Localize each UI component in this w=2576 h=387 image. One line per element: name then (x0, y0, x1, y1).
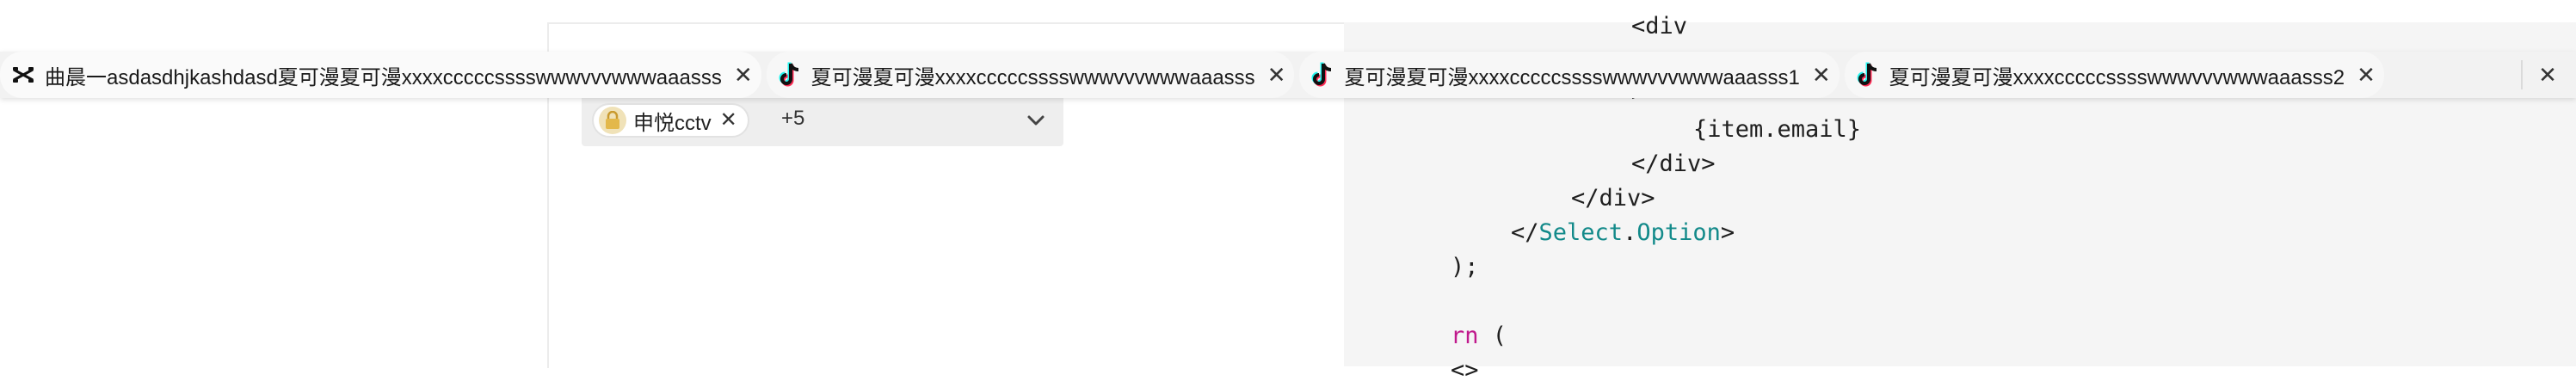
tab-label: 曲晨一asdasdhjkashdasd夏可漫夏可漫xxxxcccccssssww… (45, 65, 722, 89)
tab-close-icon[interactable]: ✕ (2357, 64, 2376, 86)
tab-close-icon[interactable]: ✕ (734, 64, 753, 86)
tag-label: 申悦cctv (633, 111, 712, 135)
tiktok-icon (1853, 60, 1883, 89)
code-token: > (1720, 219, 1735, 246)
selected-tag[interactable]: 申悦cctv ✕ (592, 103, 749, 138)
more-count: +5 (781, 107, 805, 130)
tab-item[interactable]: 夏可漫夏可漫xxxxcccccsssswwwvvvwwwaaasss2 ✕ (1844, 52, 2384, 98)
multi-select[interactable]: 申悦cctv ✕ +5 (582, 95, 1063, 146)
code-token: Option (1636, 219, 1721, 246)
tiktok-icon (1308, 60, 1337, 89)
code-line: </div> (1631, 150, 1716, 177)
lock-icon (606, 111, 619, 129)
code-token: Select (1538, 219, 1624, 246)
code-line: ); (1451, 254, 1479, 280)
code-token: rn (1451, 322, 1479, 349)
code-token: ( (1492, 322, 1507, 349)
tab-bar: 曲晨一asdasdhjkashdasd夏可漫夏可漫xxxxcccccssssww… (0, 52, 2576, 98)
code-line: </Select.Option> (1511, 217, 1735, 249)
tab-item[interactable]: 曲晨一asdasdhjkashdasd夏可漫夏可漫xxxxcccccssssww… (0, 52, 761, 98)
capcut-icon (9, 60, 38, 89)
tab-label: 夏可漫夏可漫xxxxcccccsssswwwvvvwwwaaasss2 (1889, 65, 2345, 89)
code-token: </ (1511, 219, 1539, 246)
tab-label: 夏可漫夏可漫xxxxcccccsssswwwvvvwwwaaasss (810, 65, 1255, 89)
chevron-down-icon[interactable] (1024, 108, 1048, 132)
tab-item[interactable]: 夏可漫夏可漫xxxxcccccsssswwwvvvwwwaaasss ✕ (766, 52, 1295, 98)
divider (2521, 60, 2523, 89)
code-line: </div> (1571, 185, 1655, 212)
tab-close-icon[interactable]: ✕ (1267, 64, 1286, 86)
tab-item[interactable]: 夏可漫夏可漫xxxxcccccsssswwwvvvwwwaaasss1 ✕ (1299, 52, 1840, 98)
code-line: rn ( (1451, 320, 1507, 353)
avatar (599, 107, 626, 134)
close-all-icon[interactable]: ✕ (2528, 52, 2567, 98)
tiktok-icon (775, 60, 804, 89)
code-line: {item.email} (1693, 116, 1862, 143)
code-token: . (1623, 219, 1637, 246)
code-line: <div (1631, 13, 1688, 40)
tab-close-icon[interactable]: ✕ (1812, 64, 1831, 86)
tag-close-icon[interactable]: ✕ (720, 110, 737, 131)
tab-label: 夏可漫夏可漫xxxxcccccsssswwwvvvwwwaaasss1 (1344, 65, 1800, 89)
